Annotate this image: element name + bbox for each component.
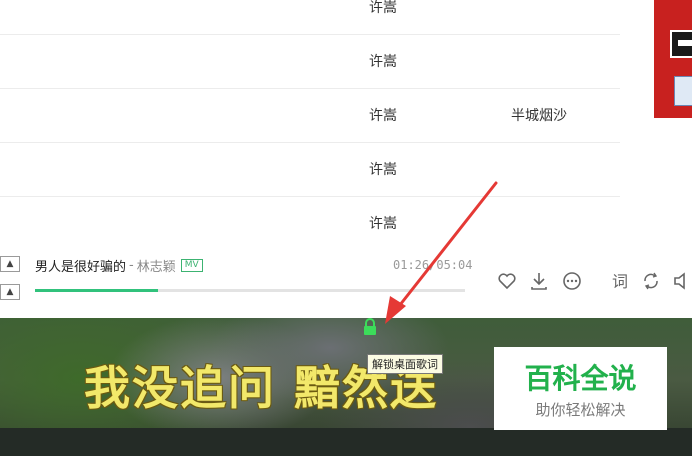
row-artist[interactable]: 许嵩	[369, 142, 397, 196]
expand-up-button[interactable]: ▲	[0, 284, 20, 300]
song-title[interactable]: 男人是很好骗的	[35, 256, 126, 275]
singer-name[interactable]: 林志颖	[137, 256, 176, 275]
song-list: 许嵩 许嵩 许嵩 半城烟沙 许嵩 许嵩	[0, 0, 620, 244]
song-row[interactable]: 许嵩	[0, 34, 620, 89]
ad-graphic	[670, 30, 692, 58]
expand-up-button[interactable]: ▲	[0, 256, 20, 272]
row-artist[interactable]: 许嵩	[369, 0, 397, 34]
player-bar: ▲ ▲ 男人是很好骗的 - 林志颖 MV 01:26/05:04 词	[0, 244, 692, 318]
row-artist[interactable]: 许嵩	[369, 196, 397, 250]
loop-icon[interactable]	[640, 270, 662, 292]
download-icon[interactable]	[528, 270, 550, 292]
lock-icon[interactable]	[362, 318, 378, 336]
progress-fill	[35, 289, 158, 292]
song-row[interactable]: 许嵩	[0, 142, 620, 197]
unlock-lyrics-tooltip: 解锁桌面歌词	[367, 354, 443, 374]
song-row[interactable]: 许嵩	[0, 0, 620, 35]
row-artist[interactable]: 许嵩	[369, 88, 397, 142]
volume-icon[interactable]	[672, 270, 692, 292]
watermark-title: 百科全说	[524, 362, 637, 395]
song-row[interactable]: 许嵩	[0, 196, 620, 250]
row-album[interactable]: 半城烟沙	[511, 88, 567, 142]
chevron-up-icon: ▲	[6, 259, 14, 269]
side-ad-thumbnail[interactable]	[654, 0, 692, 118]
playback-time: 01:26/05:04	[393, 258, 473, 272]
background-scenery	[0, 428, 692, 456]
ad-graphic	[674, 76, 692, 106]
song-row[interactable]: 许嵩 半城烟沙	[0, 88, 620, 143]
now-playing-info: 男人是很好骗的 - 林志颖 MV	[35, 256, 203, 275]
chevron-up-icon: ▲	[6, 287, 14, 297]
watermark-logo: 百科全说 助你轻松解决	[494, 347, 667, 430]
watermark-subtitle: 助你轻松解决	[535, 401, 626, 419]
heart-icon[interactable]	[496, 270, 518, 292]
more-icon[interactable]	[561, 270, 583, 292]
title-separator: -	[129, 257, 134, 273]
mv-badge[interactable]: MV	[180, 258, 203, 272]
progress-bar[interactable]	[35, 289, 465, 292]
row-artist[interactable]: 许嵩	[369, 34, 397, 88]
svg-text:词: 词	[612, 272, 628, 291]
lyrics-icon[interactable]: 词	[610, 270, 632, 292]
